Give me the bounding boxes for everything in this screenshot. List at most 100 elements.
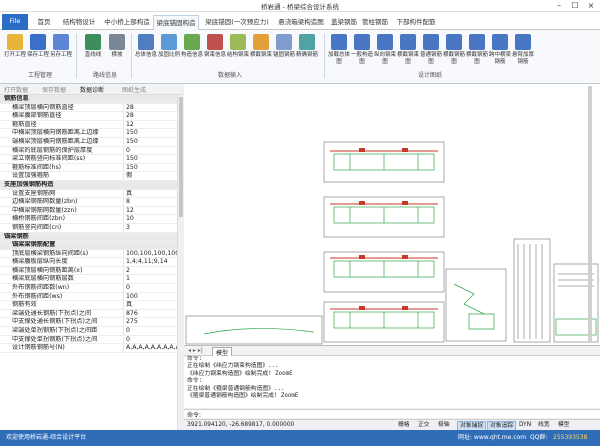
website-link[interactable]: 网址: www.qht.me.com — [458, 430, 526, 446]
property-row[interactable]: 横梁腹板层纵向长度 1,4;4,11;9,14 — [0, 258, 177, 267]
property-value[interactable]: 150 — [123, 129, 177, 138]
property-row[interactable]: 钢筋有效 真 — [0, 301, 177, 310]
drawing-canvas[interactable] — [184, 84, 600, 346]
property-row[interactable]: 设计钢筋钢筋号(N) A,A,A,A,A,A,A,A,A,A — [0, 344, 177, 353]
property-value[interactable]: 0 — [123, 327, 177, 335]
toggle-polar[interactable]: 极轴 — [436, 420, 452, 430]
tab-home[interactable]: 首页 — [34, 15, 54, 30]
command-input[interactable]: 命令: — [184, 409, 600, 419]
toggle-model[interactable]: 模型 — [556, 420, 572, 430]
property-value[interactable]: 28 — [123, 103, 177, 112]
property-value[interactable]: 0 — [123, 335, 177, 344]
close-button[interactable]: × — [584, 0, 598, 12]
tab-substructure-rebar[interactable]: 下部构件配筋 — [393, 15, 439, 30]
property-value[interactable]: 0 — [123, 284, 177, 292]
property-row[interactable]: 中横梁钢筋网数量(zzn) 12 — [0, 206, 177, 216]
cross-tendon-drawing-button[interactable]: 横截钢束图 — [397, 34, 419, 66]
minimize-button[interactable]: – — [552, 0, 566, 12]
property-row[interactable]: 设置支座钢筋网 真 — [0, 189, 177, 199]
scroll-thumb[interactable] — [179, 97, 183, 217]
property-value[interactable]: 876 — [123, 309, 177, 318]
midspan-beam-rebar-button[interactable]: 跨中横梁钢筋 — [489, 34, 511, 66]
structure-info-button[interactable]: 构造信息 — [181, 34, 203, 59]
property-value[interactable]: 100,100,100,100,107.5,1 — [123, 249, 177, 258]
tab-file[interactable]: File — [2, 14, 28, 30]
property-row[interactable]: 端横梁顶层横向钢筋距离上边缘 150 — [0, 137, 177, 147]
property-row[interactable]: 中横梁顶层横向钢筋距离上边缘 150 — [0, 129, 177, 138]
property-value[interactable]: 100 — [123, 292, 177, 301]
property-row[interactable]: 箍筋直径 12 — [0, 120, 177, 130]
cross-rebar-drawing-2-button[interactable]: 横截钢筋图 — [466, 34, 488, 66]
property-row[interactable]: 横梁腹部钢筋直径 28 — [0, 112, 177, 121]
property-value[interactable]: 12 — [123, 120, 177, 129]
property-row[interactable]: 梁端处单拐钢筋(下拐点)之间距 0 — [0, 327, 177, 336]
property-value[interactable]: 假 — [123, 172, 177, 180]
cross-slope-button[interactable]: 横坡 — [106, 34, 128, 59]
tab-nav-arrows[interactable]: ◂ ▸ ▸| — [188, 347, 203, 354]
property-category[interactable]: 支座加强钢筋构造 — [0, 180, 177, 190]
property-category[interactable]: 锚梁钢筋 — [0, 232, 177, 242]
property-value[interactable]: 2 — [123, 266, 177, 275]
open-data-button[interactable]: 打开数据 — [4, 85, 28, 94]
general-info-button[interactable]: 总体信息 — [135, 34, 157, 59]
property-row[interactable]: 外布钢筋间距数(wn) 0 — [0, 284, 177, 293]
tab-structure-design[interactable]: 结构物设计 — [60, 15, 98, 30]
tab-beam-anchor-prestress[interactable]: 梁底锚固(一次预应力) — [203, 15, 271, 30]
property-row[interactable]: 横桥钢筋间距(zbn) 10 — [0, 215, 177, 224]
property-value[interactable]: 3 — [123, 223, 177, 232]
property-category[interactable]: 钢筋信息 — [0, 95, 177, 104]
toggle-lineweight[interactable]: 线宽 — [536, 420, 552, 430]
tab-cap-beam-rebar[interactable]: 盖梁钢筋 — [330, 15, 358, 30]
property-value[interactable]: 8 — [123, 198, 177, 206]
normal-rebar-drawing-button[interactable]: 普通钢筋图 — [420, 34, 442, 66]
property-row[interactable]: 梁端处通长钢筋(下拐点)之间 876 — [0, 309, 177, 319]
property-row[interactable]: 横梁的底层钢筋的保护层厚度 0 — [0, 146, 177, 156]
property-value[interactable]: 真 — [123, 301, 177, 309]
longitudinal-tendon-drawing-button[interactable]: 纵向钢束图 — [374, 34, 396, 66]
cross-rebar-drawing-button[interactable]: 横截钢筋图 — [443, 34, 465, 66]
property-row[interactable]: 中支撑处通长钢筋(下拐点)之间 275 — [0, 318, 177, 328]
cantilever-thicken-rebar-button[interactable]: 悬臂加厚钢筋 — [512, 34, 534, 66]
save-data-button[interactable]: 保存数据 — [42, 85, 66, 94]
toggle-dyn[interactable]: DYN — [517, 420, 533, 430]
property-row[interactable]: 中支撑处单拐钢筋(下拐点)之间 0 — [0, 335, 177, 345]
reinforce-ratio-button[interactable]: 加固比例 — [158, 34, 180, 59]
property-value[interactable]: 275 — [123, 318, 177, 327]
property-value[interactable]: 10 — [123, 215, 177, 223]
property-value[interactable]: 28 — [123, 112, 177, 120]
tab-beam-anchor[interactable]: 梁底锚固构造 — [153, 15, 199, 30]
property-value[interactable]: 1 — [123, 275, 177, 284]
save-as-project-button[interactable]: 另存工程 — [50, 34, 72, 59]
property-row[interactable]: 横梁顶层横向钢筋距离(x) 2 — [0, 266, 177, 276]
tab-bridge-superstructure[interactable]: 中小桥上部构造 — [103, 15, 151, 30]
save-project-button[interactable]: 保存工程 — [27, 34, 49, 59]
toggle-grid[interactable]: 栅格 — [396, 420, 412, 430]
property-row[interactable]: 横梁顶层横向钢筋直径 28 — [0, 103, 177, 113]
property-row[interactable]: 设置加强箍筋 假 — [0, 172, 177, 181]
toggle-ortho[interactable]: 正交 — [416, 420, 432, 430]
property-scrollbar[interactable] — [177, 95, 183, 430]
property-row[interactable]: 钢筋竖向间距(cn) 3 — [0, 223, 177, 233]
property-value[interactable]: A,A,A,A,A,A,A,A,A,A — [123, 344, 177, 352]
property-value[interactable]: 150 — [123, 163, 177, 172]
open-project-button[interactable]: 打开工程 — [4, 34, 26, 59]
precise-rebar-button[interactable]: 精确钢筋 — [296, 34, 318, 59]
tab-pipe-column-rebar[interactable]: 管柱钢筋 — [361, 15, 389, 30]
generate-drawing-button[interactable]: 图纸生成 — [122, 85, 146, 94]
property-row[interactable]: 梁立钢筋竖向标准间距(ss) 150 — [0, 155, 177, 164]
property-value[interactable]: 1,4;4,11;9,14 — [123, 258, 177, 266]
property-value[interactable]: 150 — [123, 137, 177, 146]
property-value[interactable]: 0 — [123, 146, 177, 155]
cross-tendon-button[interactable]: 横截钢束 — [250, 34, 272, 59]
route-line-button[interactable]: 直线线 — [82, 34, 104, 59]
property-value[interactable]: 12 — [123, 206, 177, 215]
general-structure-drawing-button[interactable]: 一般构造图 — [351, 34, 373, 66]
property-row[interactable]: 外布钢筋间距(ws) 100 — [0, 292, 177, 302]
property-row[interactable]: 边横梁钢筋网数量(zbn) 8 — [0, 198, 177, 207]
tendon-info-button[interactable]: 钢束信息 — [204, 34, 226, 59]
structure-tendon-button[interactable]: 结构钢束 — [227, 34, 249, 59]
property-subcategory[interactable]: 锚梁梁钢筋配置 — [0, 241, 177, 250]
maximize-button[interactable]: ☐ — [568, 0, 582, 12]
anchor-rebar-button[interactable]: 锚固钢筋 — [273, 34, 295, 59]
property-value[interactable]: 真 — [123, 189, 177, 198]
